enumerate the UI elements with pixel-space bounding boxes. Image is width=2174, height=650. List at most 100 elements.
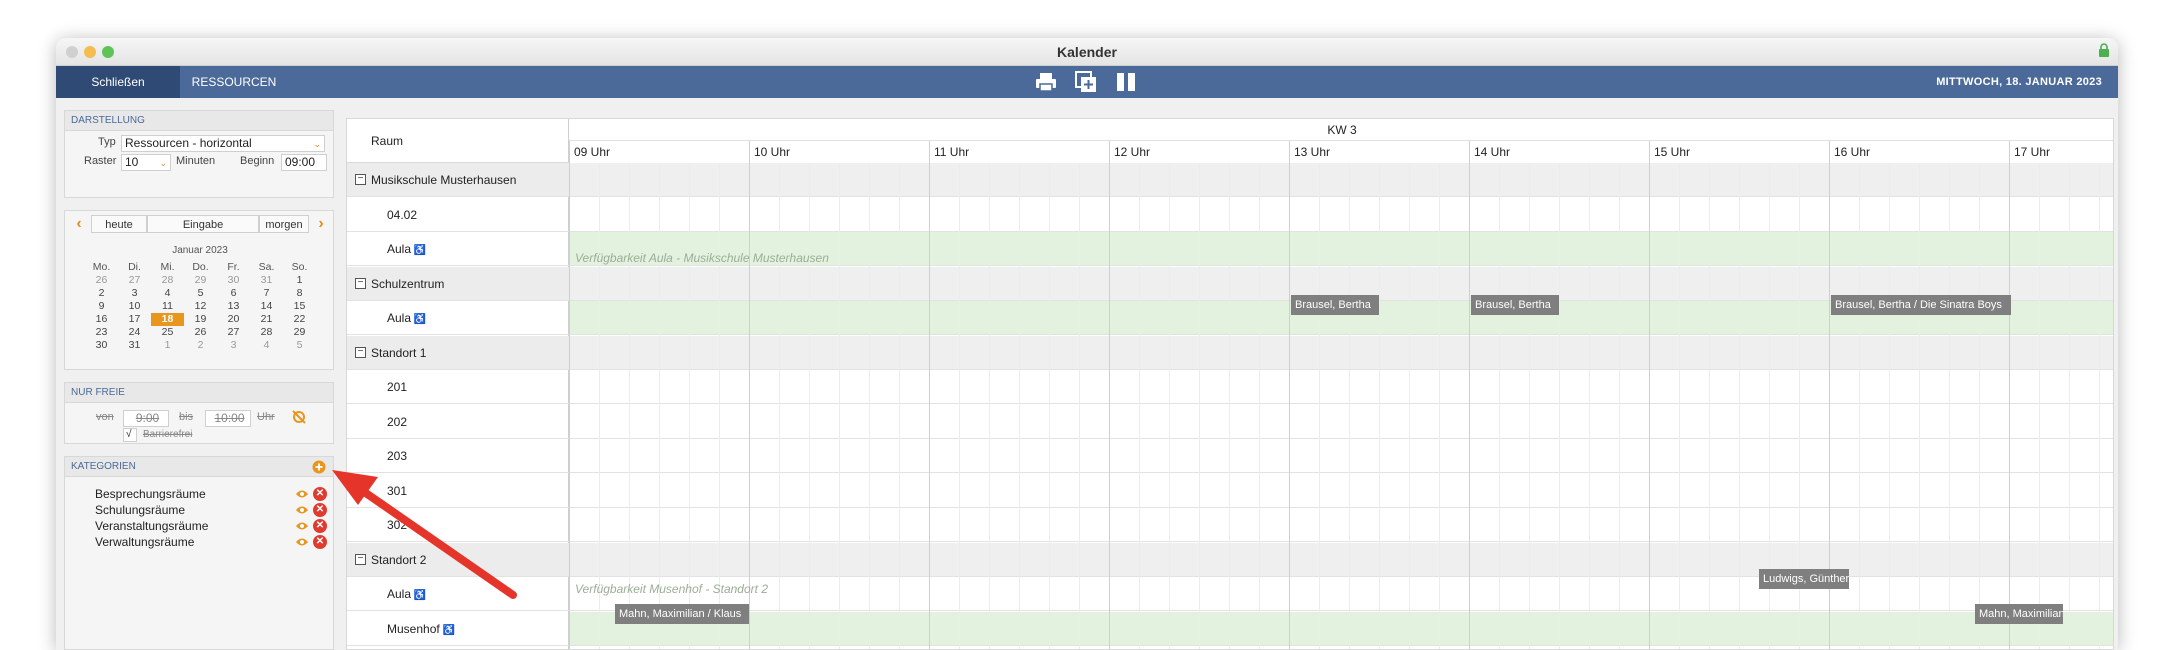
timeline-row[interactable] (569, 163, 2113, 197)
barrierefrei-checkbox[interactable]: √ (123, 428, 137, 442)
typ-select[interactable]: Ressourcen - horizontal ⌄ (121, 135, 325, 152)
calendar-day[interactable]: 5 (283, 339, 316, 352)
timeline-row[interactable] (569, 405, 2113, 439)
bis-input[interactable]: 10:00 (205, 410, 251, 427)
calendar-day[interactable]: 11 (151, 300, 184, 313)
collapse-icon[interactable]: − (355, 277, 366, 289)
calendar-day[interactable]: 29 (283, 326, 316, 339)
von-input[interactable]: 9:00 (123, 410, 169, 427)
calendar-day[interactable]: 31 (250, 274, 283, 287)
add-category-icon[interactable] (312, 460, 326, 474)
calendar-day[interactable]: 27 (118, 274, 151, 287)
timeline-row[interactable] (569, 474, 2113, 508)
remove-category-icon[interactable]: ✕ (313, 519, 327, 533)
resource-group-row[interactable]: − Musikschule Musterhausen (347, 163, 569, 197)
timeline-row[interactable] (569, 439, 2113, 473)
event-block[interactable]: Mahn, Maximilian / Klaus (615, 604, 749, 624)
calendar-day[interactable]: 29 (184, 274, 217, 287)
timeline-row[interactable] (569, 335, 2113, 370)
resource-row[interactable]: 04.02 (347, 198, 569, 232)
calendar-day[interactable]: 6 (217, 287, 250, 300)
calendar-day[interactable]: 26 (184, 326, 217, 339)
calendar-day[interactable]: 2 (184, 339, 217, 352)
calendar-day[interactable]: 9 (85, 300, 118, 313)
calendar-day[interactable]: 20 (217, 313, 250, 326)
event-block[interactable]: Brausel, Bertha (1471, 295, 1559, 315)
remove-category-icon[interactable]: ✕ (313, 535, 327, 549)
calendar-day[interactable]: 15 (283, 300, 316, 313)
resource-group-row[interactable]: − Standort 2 (347, 542, 569, 577)
split-view-icon[interactable] (1114, 71, 1138, 93)
calendar-day[interactable]: 3 (118, 287, 151, 300)
raster-select[interactable]: 10 ⌄ (121, 154, 171, 171)
calendar-day[interactable]: 24 (118, 326, 151, 339)
remove-category-icon[interactable]: ✕ (313, 503, 327, 517)
calendar-day[interactable]: 27 (217, 326, 250, 339)
calendar-day[interactable]: 1 (283, 274, 316, 287)
calendar-day[interactable]: 12 (184, 300, 217, 313)
collapse-icon[interactable]: − (355, 174, 366, 185)
eye-icon[interactable] (295, 521, 309, 531)
calendar-day[interactable]: 3 (217, 339, 250, 352)
calendar-day[interactable]: 23 (85, 326, 118, 339)
resource-row[interactable]: 202 (347, 405, 569, 439)
calendar-day[interactable]: 30 (217, 274, 250, 287)
remove-category-icon[interactable]: ✕ (313, 487, 327, 501)
calendar-day[interactable]: 28 (151, 274, 184, 287)
today-button[interactable]: heute (91, 215, 147, 233)
resource-row[interactable]: Aula ♿ (347, 232, 569, 266)
calendar-day[interactable]: 4 (151, 287, 184, 300)
timeline-row[interactable] (569, 542, 2113, 577)
resources-button[interactable]: RESSOURCEN (180, 66, 288, 98)
event-block[interactable]: Ludwigs, Günther (1759, 569, 1849, 589)
close-button[interactable]: Schließen (56, 66, 180, 98)
eye-icon[interactable] (295, 489, 309, 499)
calendar-day[interactable]: 13 (217, 300, 250, 313)
resource-row[interactable]: 203 (347, 439, 569, 473)
timeline-row[interactable] (569, 577, 2113, 611)
chevron-left-icon[interactable]: ‹ (71, 215, 87, 233)
entry-button[interactable]: Eingabe (147, 215, 259, 233)
event-block[interactable]: Brausel, Bertha / Die Sinatra Boys (1831, 295, 2011, 315)
event-block[interactable]: Brausel, Bertha (1291, 295, 1379, 315)
tomorrow-button[interactable]: morgen (259, 215, 309, 233)
beginn-input[interactable]: 09:00 (281, 154, 327, 171)
calendar-day[interactable]: 8 (283, 287, 316, 300)
lock-icon[interactable] (2098, 43, 2110, 57)
calendar-day[interactable]: 5 (184, 287, 217, 300)
calendar-day[interactable]: 2 (85, 287, 118, 300)
timeline-row[interactable] (569, 198, 2113, 232)
calendar-day[interactable]: 21 (250, 313, 283, 326)
calendar-day[interactable]: 28 (250, 326, 283, 339)
calendar-day[interactable]: 22 (283, 313, 316, 326)
resource-row[interactable]: 302 (347, 508, 569, 542)
resource-group-row[interactable]: − Standort 1 (347, 335, 569, 370)
collapse-icon[interactable]: − (355, 553, 366, 565)
print-icon[interactable] (1034, 71, 1058, 93)
resource-row[interactable]: 301 (347, 474, 569, 508)
event-block[interactable]: Mahn, Maximilian (1975, 604, 2063, 624)
duplicate-add-icon[interactable] (1074, 71, 1098, 93)
calendar-day[interactable]: 1 (151, 339, 184, 352)
calendar-day[interactable]: 17 (118, 313, 151, 326)
calendar-day[interactable]: 16 (85, 313, 118, 326)
resource-row[interactable]: Musenhof ♿ (347, 612, 569, 646)
resource-row[interactable]: Aula ♿ (347, 577, 569, 611)
eye-icon[interactable] (295, 537, 309, 547)
eye-icon[interactable] (295, 505, 309, 515)
calendar-day[interactable]: 19 (184, 313, 217, 326)
calendar-day-selected[interactable]: 18 (151, 313, 184, 326)
calendar-day[interactable]: 10 (118, 300, 151, 313)
calendar-day[interactable]: 4 (250, 339, 283, 352)
resource-row[interactable]: 201 (347, 370, 569, 404)
calendar-day[interactable]: 31 (118, 339, 151, 352)
calendar-day[interactable]: 30 (85, 339, 118, 352)
filter-off-icon[interactable] (291, 410, 307, 424)
resource-group-row[interactable]: − Schulzentrum (347, 266, 569, 301)
chevron-right-icon[interactable]: › (313, 215, 329, 233)
calendar-day[interactable]: 26 (85, 274, 118, 287)
calendar-day[interactable]: 14 (250, 300, 283, 313)
timeline-row[interactable] (569, 508, 2113, 542)
calendar-day[interactable]: 7 (250, 287, 283, 300)
timeline-row[interactable] (569, 611, 2113, 646)
